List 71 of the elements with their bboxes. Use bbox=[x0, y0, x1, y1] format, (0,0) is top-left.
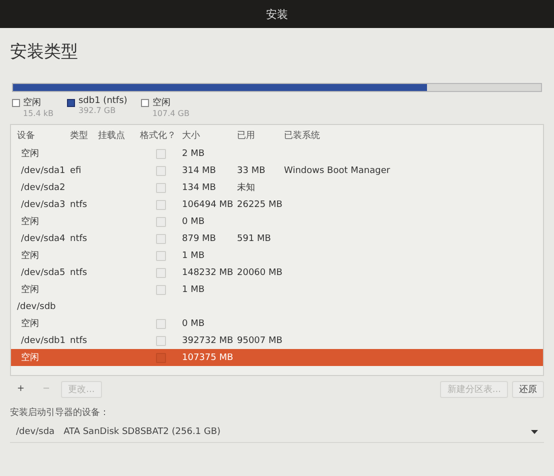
table-row[interactable]: 空闲 107375 MB bbox=[11, 349, 543, 366]
add-button[interactable]: + bbox=[10, 380, 32, 398]
table-cell-text: 未知 bbox=[237, 182, 255, 194]
table-cell: 95007 MB bbox=[237, 336, 282, 346]
table-cell: 148232 MB bbox=[182, 268, 234, 278]
window-title: 安装 bbox=[266, 6, 288, 22]
table-cell: 0 MB bbox=[182, 216, 205, 226]
table-row[interactable]: /dev/sda4 ntfs 879 MB 591 MB bbox=[11, 230, 543, 247]
table-row[interactable]: /dev/sda3 ntfs 106494 MB 26225 MB bbox=[11, 196, 543, 213]
table-row[interactable]: 空闲 2 MB bbox=[11, 145, 543, 162]
table-cell: 314 MB bbox=[182, 166, 216, 176]
table-cell: 392732 MB bbox=[182, 336, 234, 346]
table-cell: Windows Boot Manager bbox=[284, 166, 390, 176]
table-cell-text: 空闲 bbox=[20, 250, 40, 262]
table-row[interactable]: /dev/sda1 efi 314 MB 33 MB Windows Boot Manager bbox=[11, 162, 543, 179]
table-cell: 2 MB bbox=[182, 148, 205, 158]
table-row[interactable]: /dev/sda5 ntfs 148232 MB 20060 MB bbox=[11, 264, 543, 281]
bootloader-device-dropdown[interactable]: /dev/sda ATA SanDisk SD8SBAT2 (256.1 GB) bbox=[10, 422, 544, 443]
table-cell: 1 MB bbox=[182, 250, 205, 260]
legend-size: 107.4 GB bbox=[152, 109, 190, 118]
format-checkbox[interactable] bbox=[156, 352, 166, 362]
column-header[interactable]: 类型 bbox=[70, 128, 98, 142]
table-cell: ntfs bbox=[70, 234, 88, 244]
table-cell: ntfs bbox=[70, 268, 88, 278]
table-cell-text: 空闲 bbox=[20, 148, 40, 160]
table-cell-text: 空闲 bbox=[20, 284, 40, 296]
table-row[interactable]: 空闲 1 MB bbox=[11, 247, 543, 264]
revert-button[interactable]: 还原 bbox=[512, 380, 544, 398]
table-cell: 879 MB bbox=[182, 234, 216, 244]
column-header[interactable]: 已用 bbox=[237, 128, 284, 142]
table-cell: 106494 MB bbox=[182, 200, 234, 210]
table-row[interactable]: 空闲 0 MB bbox=[11, 315, 543, 332]
table-cell: ntfs bbox=[70, 336, 88, 346]
table-cell: 33 MB bbox=[237, 166, 266, 176]
table-row[interactable]: 空闲 0 MB bbox=[11, 213, 543, 230]
legend-label: 空闲 bbox=[23, 96, 42, 109]
column-header[interactable]: 大小 bbox=[182, 128, 237, 142]
column-header[interactable]: 挂载点 bbox=[98, 128, 140, 142]
table-cell-text: 空闲 bbox=[20, 352, 40, 364]
table-row[interactable]: 空闲 1 MB bbox=[11, 281, 543, 298]
table-row[interactable]: /dev/sdb bbox=[11, 298, 543, 315]
disk-name: /dev/sdb bbox=[17, 302, 56, 312]
table-cell: 0 MB bbox=[182, 318, 205, 328]
table-cell: 1 MB bbox=[182, 284, 205, 294]
table-cell: 20060 MB bbox=[237, 268, 282, 278]
bootloader-label: 安装启动引导器的设备： bbox=[10, 406, 110, 419]
caret-icon bbox=[531, 430, 538, 434]
legend-label: 空闲 bbox=[152, 96, 172, 109]
table-cell: 591 MB bbox=[237, 234, 271, 244]
table-cell-text: /dev/sda1 bbox=[20, 166, 66, 176]
table-cell-text: /dev/sda3 bbox=[20, 200, 66, 210]
table-cell: ntfs bbox=[70, 200, 88, 210]
table-row[interactable]: /dev/sdb1 ntfs 392732 MB 95007 MB bbox=[11, 332, 543, 349]
table-row[interactable]: /dev/sda2 134 MB 未知 bbox=[11, 179, 543, 196]
table-cell-text: 空闲 bbox=[20, 216, 40, 228]
table-cell-text: /dev/sda4 bbox=[20, 234, 66, 244]
legend-size: 15.4 kB bbox=[23, 109, 54, 118]
table-cell-text: /dev/sdb1 bbox=[20, 336, 66, 346]
page-heading: 安装类型 bbox=[10, 41, 79, 63]
column-header[interactable]: 格式化？ bbox=[140, 128, 182, 142]
table-cell-text: /dev/sda2 bbox=[20, 182, 66, 192]
legend-size: 392.7 GB bbox=[78, 106, 117, 115]
table-cell-text: /dev/sda5 bbox=[20, 268, 66, 278]
table-cell: 107375 MB bbox=[182, 352, 234, 362]
table-cell: 134 MB bbox=[182, 182, 216, 192]
table-cell: efi bbox=[70, 166, 82, 176]
table-cell-text: 空闲 bbox=[20, 318, 40, 330]
column-header[interactable]: 设备 bbox=[17, 128, 70, 142]
legend-label: sdb1 (ntfs) bbox=[78, 96, 128, 106]
table-cell: 26225 MB bbox=[237, 200, 282, 210]
column-header[interactable]: 已装系统 bbox=[284, 128, 543, 142]
